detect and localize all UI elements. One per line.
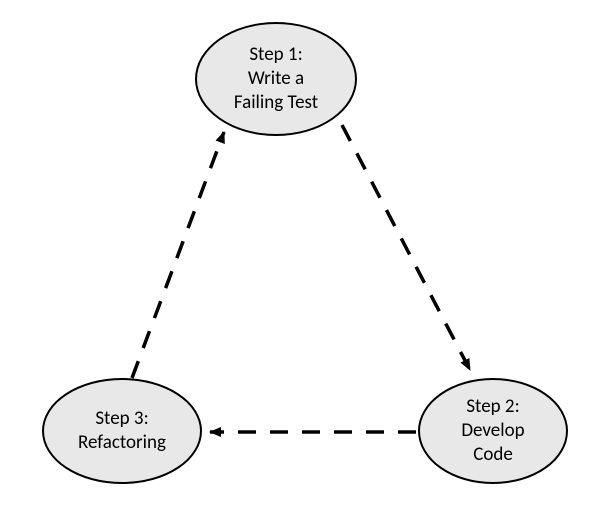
tdd-cycle-diagram: Step 1: Write a Failing Test Step 2: Dev… [0,0,607,519]
node-step2-label: Step 2: Develop Code [461,395,524,466]
node-step1-label: Step 1: Write a Failing Test [234,43,318,114]
node-step3-label: Step 3: Refactoring [78,407,166,455]
node-step2-line1: Step 2: [466,395,519,418]
arrow-step3-step1 [132,132,224,378]
node-step2: Step 2: Develop Code [418,378,568,484]
node-step3: Step 3: Refactoring [42,378,202,484]
node-step1: Step 1: Write a Failing Test [195,22,357,136]
node-step3-line1: Step 3: [95,407,148,430]
node-step1-line3: Failing Test [234,91,318,114]
node-step2-line3: Code [473,443,513,466]
node-step1-line1: Step 1: [249,43,302,66]
node-step2-line2: Develop [461,419,524,442]
node-step1-line2: Write a [248,67,304,90]
node-step3-line2: Refactoring [78,431,166,454]
arrow-step1-step2 [342,125,470,370]
